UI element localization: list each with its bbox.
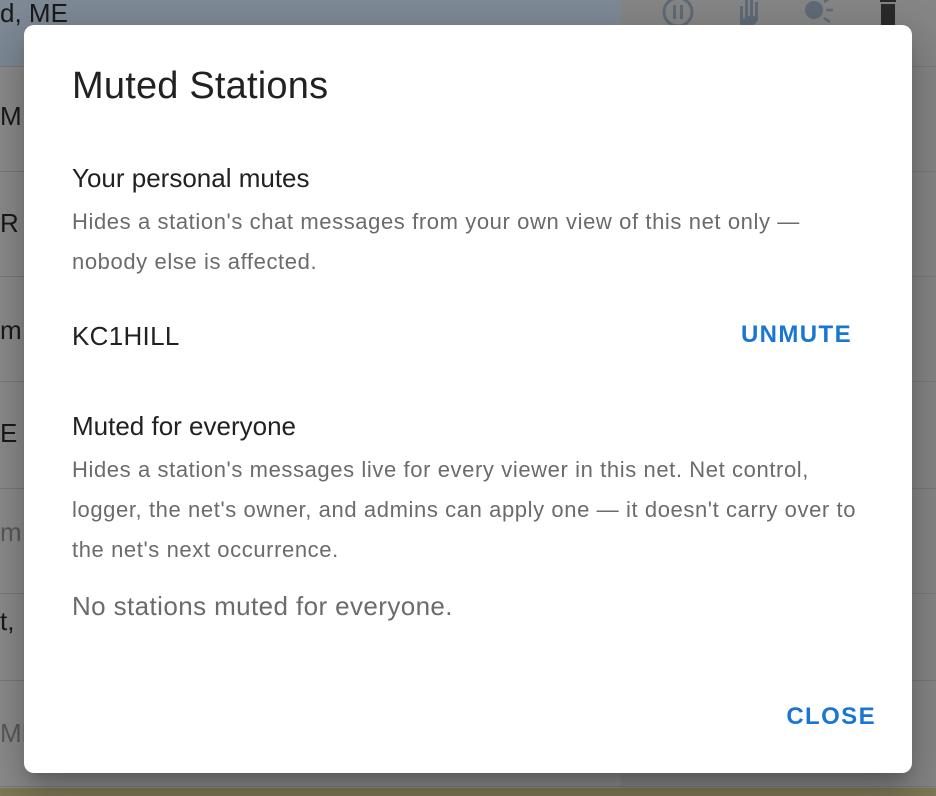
- muted-station-callsign: KC1HILL: [72, 321, 180, 351]
- close-button[interactable]: CLOSE: [786, 697, 876, 737]
- dialog-title: Muted Stations: [72, 65, 329, 107]
- unmute-button[interactable]: UNMUTE: [737, 315, 856, 355]
- muted-stations-dialog: Muted Stations Your personal mutes Hides…: [24, 25, 912, 773]
- personal-mutes-description: Hides a station's chat messages from you…: [72, 209, 800, 274]
- empty-state-text: No stations muted for everyone.: [72, 591, 453, 621]
- muted-for-everyone-heading: Muted for everyone: [72, 411, 297, 441]
- muted-for-everyone-description: Hides a station's messages live for ever…: [72, 457, 857, 562]
- muted-station-row: KC1HILL UNMUTE: [72, 315, 856, 359]
- personal-mutes-heading: Your personal mutes: [72, 163, 310, 193]
